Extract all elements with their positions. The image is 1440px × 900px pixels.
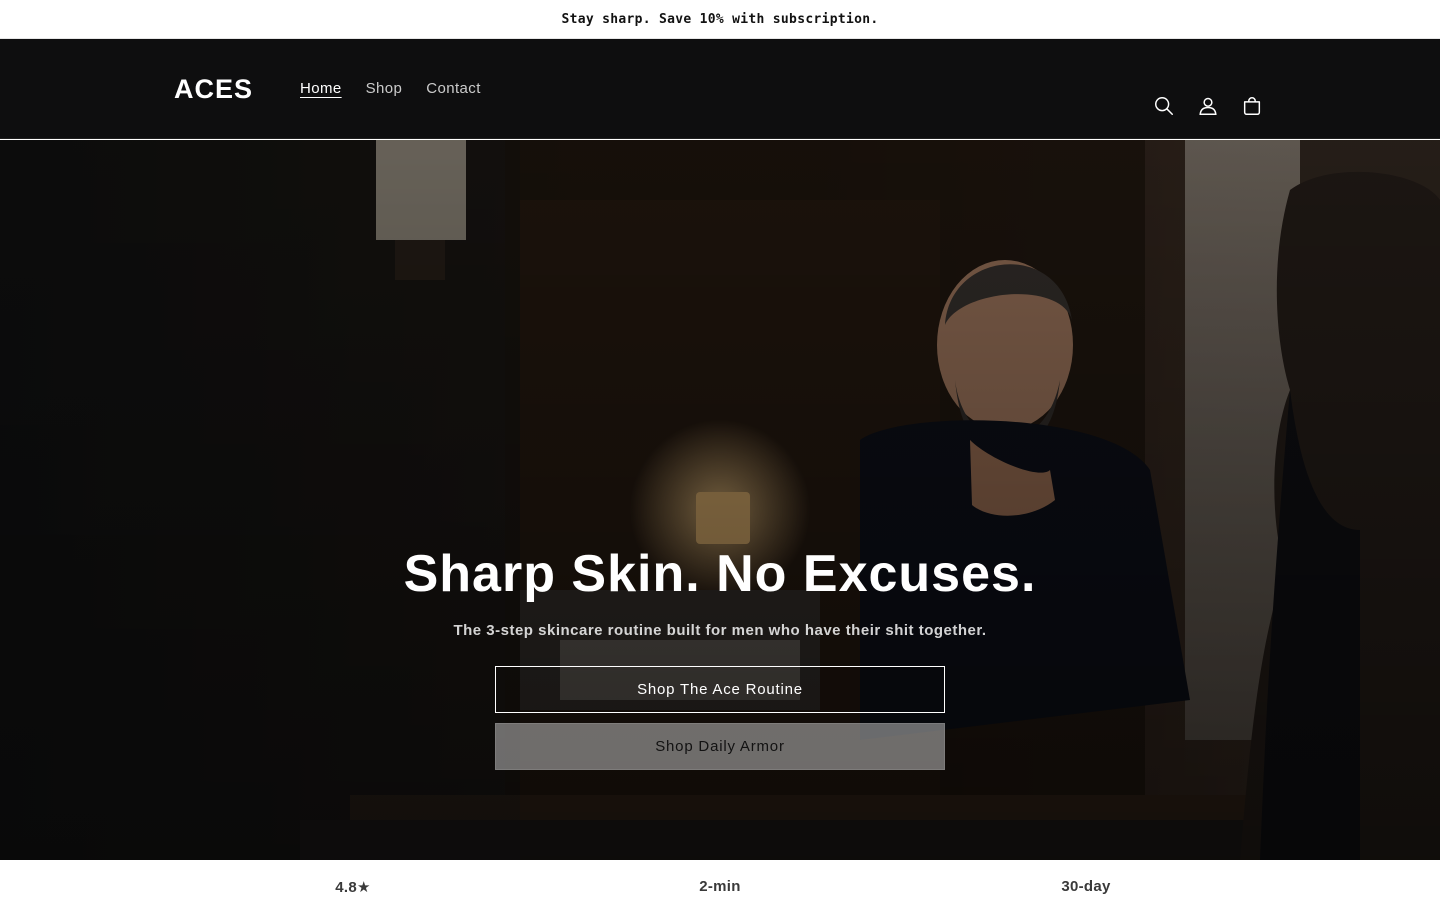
hero-banner: Sharp Skin. No Excuses. The 3-step skinc… [0,140,1440,860]
nav-item-home[interactable]: Home [288,77,354,101]
stat-rating: 4.8★ [335,879,371,896]
main-nav: Home Shop Contact [288,77,493,101]
cart-icon[interactable] [1230,84,1274,128]
stats-bar: 4.8★ 2-min 30-day [0,860,1440,900]
shop-daily-armor-button[interactable]: Shop Daily Armor [495,723,945,770]
hero-title: Sharp Skin. No Excuses. [403,545,1037,603]
brand-logo[interactable]: ACES [174,73,253,105]
search-icon[interactable] [1142,84,1186,128]
stat-guarantee: 30-day [1061,878,1111,895]
account-icon[interactable] [1186,84,1230,128]
announcement-text: Stay sharp. Save 10% with subscription. [561,11,879,27]
hero-content: Sharp Skin. No Excuses. The 3-step skinc… [0,140,1440,860]
hero-subtitle: The 3-step skincare routine built for me… [453,622,987,639]
announcement-bar: Stay sharp. Save 10% with subscription. [0,0,1440,39]
nav-item-shop[interactable]: Shop [354,77,415,101]
shop-ace-routine-button[interactable]: Shop The Ace Routine [495,666,945,713]
site-header: ACES Home Shop Contact [0,39,1440,139]
nav-item-contact[interactable]: Contact [414,77,493,101]
stat-routine-time: 2-min [699,878,741,895]
